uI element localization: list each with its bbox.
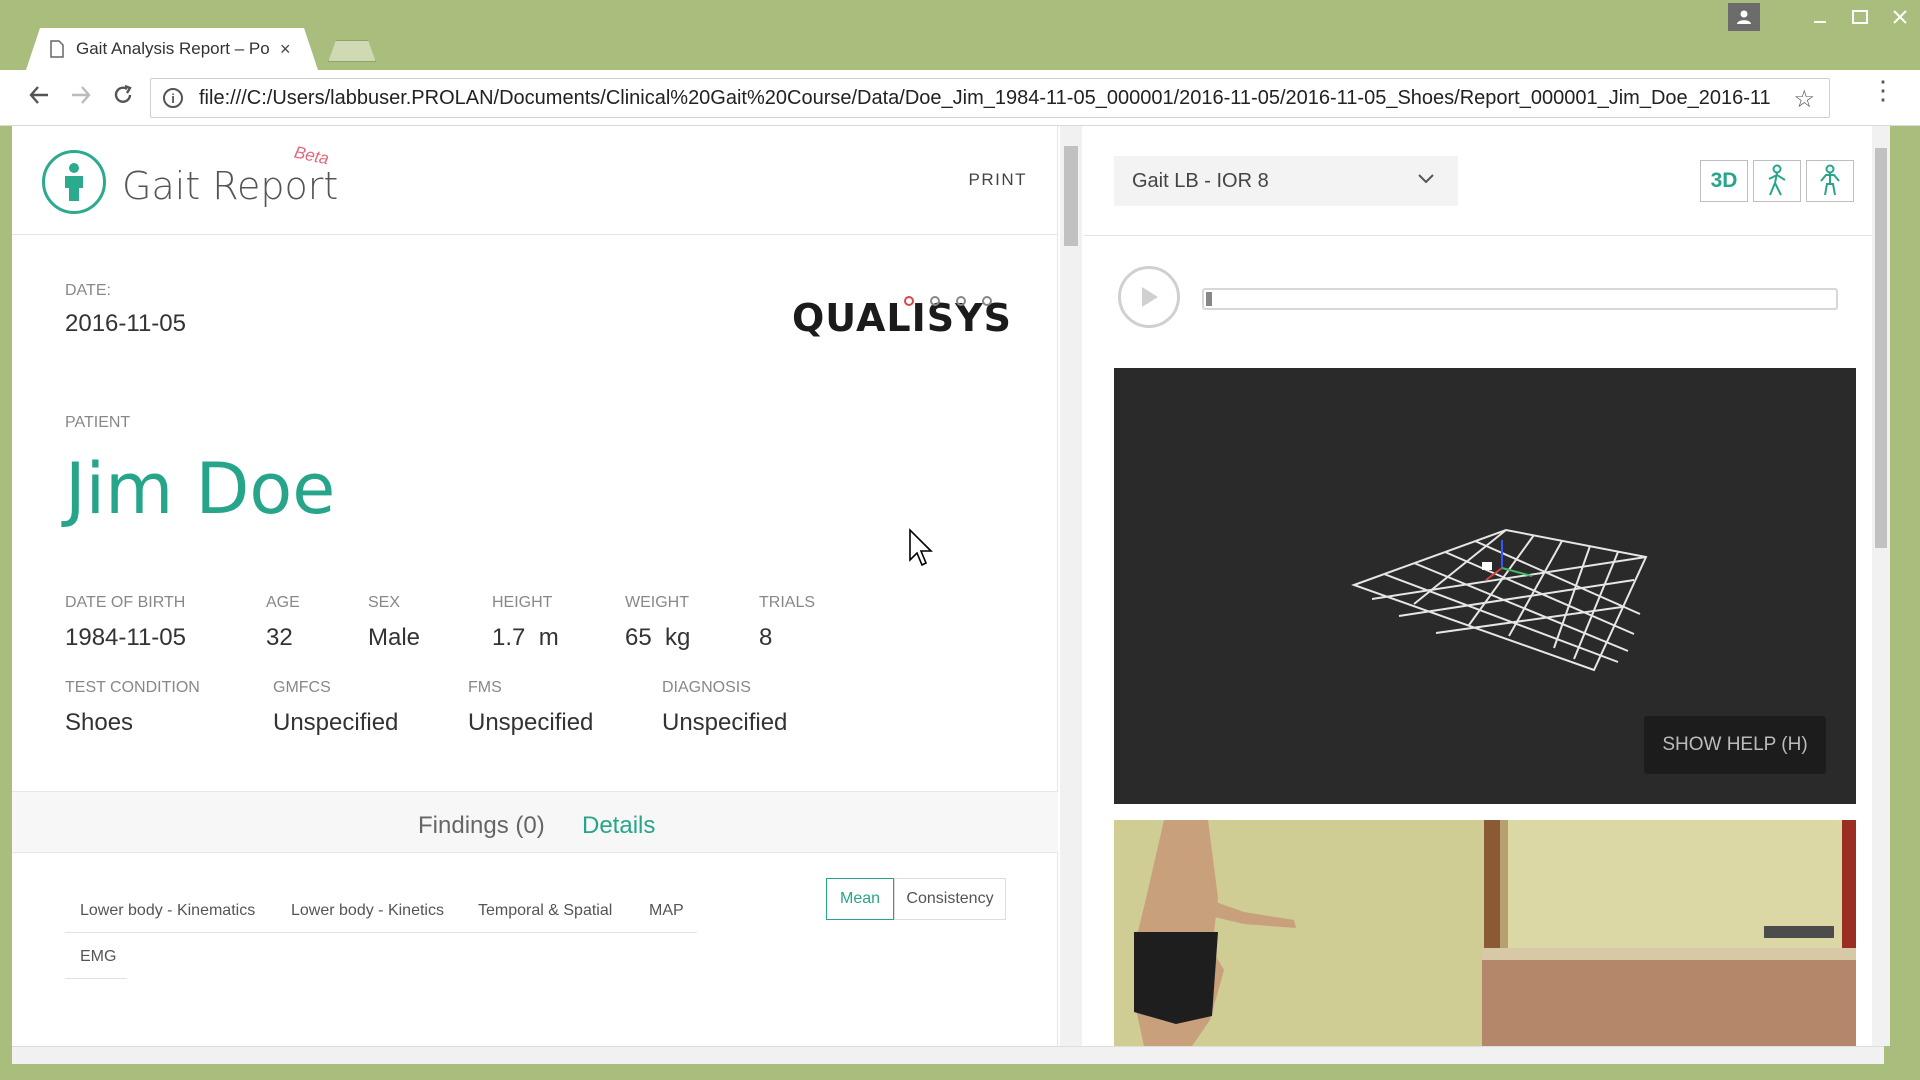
mean-toggle[interactable]: Mean [826, 878, 894, 920]
patient-label: PATIENT [65, 414, 131, 431]
trials-field: TRIALS 8 [759, 594, 815, 652]
tab-title: Gait Analysis Report – Po [76, 39, 270, 58]
page-viewport: Gait Report Beta PRINT DATE: 2016-11-05 … [12, 126, 1884, 1046]
dob-value: 1984-11-05 [65, 624, 186, 651]
browser-menu-icon[interactable]: ⋮ [1870, 77, 1896, 103]
browser-tab[interactable]: Gait Analysis Report – Po × [26, 28, 318, 70]
gmfcs-label: GMFCS [273, 679, 331, 696]
mouse-cursor-icon [908, 528, 934, 573]
show-help-button[interactable]: SHOW HELP (H) [1644, 716, 1826, 774]
page-scrollbar[interactable] [1872, 126, 1890, 1046]
trials-value: 8 [759, 624, 773, 651]
app-title: Gait Report [122, 164, 339, 208]
back-icon[interactable] [28, 84, 50, 113]
sex-value: Male [368, 624, 421, 651]
subtab-temporal-spatial[interactable]: Temporal & Spatial [478, 902, 612, 920]
playback-slider[interactable] [1202, 288, 1838, 310]
subtab-kinematics[interactable]: Lower body - Kinematics [80, 902, 255, 920]
maximize-icon[interactable] [1840, 0, 1880, 34]
model-select-value: Gait LB - IOR 8 [1132, 169, 1269, 192]
age-value: 32 [266, 624, 293, 651]
view-3d-button[interactable]: 3D [1700, 160, 1748, 202]
playback-slider-handle[interactable] [1206, 292, 1212, 306]
person-logo-icon [42, 150, 106, 214]
condition-label: TEST CONDITION [65, 679, 200, 696]
sex-field: SEX Male [368, 594, 420, 652]
page-icon [50, 40, 64, 58]
fms-value: Unspecified [468, 709, 594, 736]
age-field: AGE 32 [266, 594, 300, 652]
tab-findings[interactable]: Findings (0) [418, 812, 545, 840]
info-icon[interactable]: i [163, 88, 183, 108]
weight-field: WEIGHT 65 kg [625, 594, 690, 652]
report-tabs: Findings (0) Details [12, 791, 1058, 853]
bookmark-star-icon[interactable]: ☆ [1793, 85, 1815, 114]
video-frame-image [1114, 820, 1856, 1046]
viewer-header-divider [1084, 235, 1884, 236]
date-label: DATE: [65, 282, 111, 299]
height-field: HEIGHT 1.7 m [492, 594, 559, 652]
subtab-emg[interactable]: EMG [80, 948, 116, 966]
report-date: 2016-11-05 [65, 310, 186, 337]
viewer-panel: Gait LB - IOR 8 3D SHOW HELP (H) [1084, 126, 1884, 1046]
height-label: HEIGHT [492, 594, 553, 611]
video-feed [1114, 820, 1856, 1046]
page-scrollbar-thumb[interactable] [1875, 148, 1887, 548]
close-window-icon[interactable] [1880, 0, 1920, 34]
dob-field: DATE OF BIRTH 1984-11-05 [65, 594, 186, 652]
fms-field: FMS Unspecified [468, 679, 593, 737]
report-panel: Gait Report Beta PRINT DATE: 2016-11-05 … [12, 126, 1058, 1046]
play-button[interactable] [1118, 266, 1180, 328]
diagnosis-value: Unspecified [662, 709, 788, 736]
left-scrollbar[interactable] [1060, 126, 1082, 1046]
qualisys-logo-dots [904, 296, 992, 306]
subtab-kinetics[interactable]: Lower body - Kinetics [291, 902, 444, 920]
report-header: Gait Report Beta PRINT [12, 126, 1057, 235]
height-value: 1.7 m [492, 624, 559, 651]
standing-figure-icon[interactable] [1806, 160, 1854, 202]
sex-label: SEX [368, 594, 401, 611]
reload-icon[interactable] [112, 84, 134, 113]
browser-toolbar: i file:///C:/Users/labbuser.PROLAN/Docum… [0, 70, 1920, 126]
patient-name: Jim Doe [65, 448, 336, 530]
gmfcs-field: GMFCS Unspecified [273, 679, 398, 737]
dob-label: DATE OF BIRTH [65, 594, 186, 611]
weight-label: WEIGHT [625, 594, 689, 611]
tab-details[interactable]: Details [582, 812, 655, 840]
model-select[interactable]: Gait LB - IOR 8 [1114, 156, 1458, 206]
print-button[interactable]: PRINT [969, 170, 1028, 190]
walking-figure-icon[interactable] [1753, 160, 1801, 202]
subtab-divider [65, 932, 697, 933]
horizontal-scrollbar[interactable] [12, 1046, 1884, 1064]
subtab-map[interactable]: MAP [649, 902, 684, 920]
diagnosis-field: DIAGNOSIS Unspecified [662, 679, 787, 737]
forward-icon[interactable] [70, 84, 92, 113]
new-tab-button[interactable] [328, 40, 376, 62]
diagnosis-label: DIAGNOSIS [662, 679, 751, 696]
subtab-divider-2 [65, 978, 127, 979]
left-scrollbar-thumb[interactable] [1064, 146, 1078, 246]
url-text[interactable]: file:///C:/Users/labbuser.PROLAN/Documen… [199, 87, 1789, 110]
condition-value: Shoes [65, 709, 134, 736]
3d-viewer[interactable]: SHOW HELP (H) [1114, 368, 1856, 804]
gmfcs-value: Unspecified [273, 709, 399, 736]
tab-close-icon[interactable]: × [280, 39, 291, 60]
profile-icon[interactable] [1728, 3, 1760, 31]
chevron-down-icon [1418, 168, 1434, 189]
weight-value: 65 kg [625, 624, 691, 651]
address-bar[interactable]: i file:///C:/Users/labbuser.PROLAN/Docum… [150, 78, 1830, 118]
condition-field: TEST CONDITION Shoes [65, 679, 200, 737]
consistency-toggle[interactable]: Consistency [894, 878, 1006, 920]
minimize-icon[interactable] [1800, 0, 1840, 34]
trials-label: TRIALS [759, 594, 816, 611]
age-label: AGE [266, 594, 300, 611]
fms-label: FMS [468, 679, 502, 696]
